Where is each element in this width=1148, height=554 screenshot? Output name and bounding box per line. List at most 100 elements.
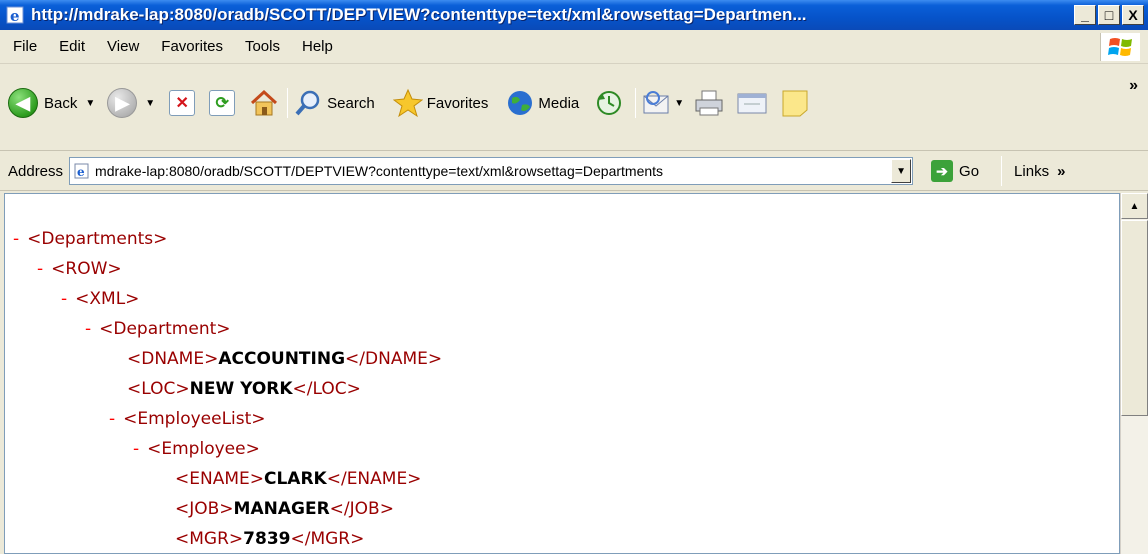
xml-open-tag: <Employee> bbox=[147, 439, 260, 459]
xml-close-tag: </JOB> bbox=[329, 499, 394, 519]
window-title: http://mdrake-lap:8080/oradb/SCOTT/DEPTV… bbox=[31, 5, 807, 24]
stop-icon: ✕ bbox=[169, 90, 196, 116]
xml-line: - <Department> bbox=[85, 319, 231, 339]
edit-button[interactable] bbox=[736, 91, 768, 115]
collapse-toggle[interactable]: - bbox=[37, 259, 43, 279]
forward-button[interactable]: ▶ ▼ bbox=[107, 88, 155, 118]
media-label: Media bbox=[538, 94, 580, 112]
windows-logo-icon bbox=[1100, 33, 1140, 61]
xml-line: <JOB>MANAGER</JOB> bbox=[175, 499, 394, 519]
back-button[interactable]: ◀ Back ▼ bbox=[8, 88, 95, 118]
note-icon bbox=[782, 90, 808, 117]
xml-close-tag: </MGR> bbox=[290, 529, 365, 549]
address-separator bbox=[1001, 156, 1003, 186]
home-button[interactable] bbox=[249, 89, 279, 117]
discuss-button[interactable] bbox=[780, 88, 810, 118]
links-label[interactable]: Links bbox=[1014, 163, 1049, 180]
mail-icon bbox=[643, 91, 669, 114]
minimize-button[interactable]: _ bbox=[1074, 5, 1096, 25]
search-button[interactable]: Search bbox=[294, 89, 375, 117]
xml-line: <MGR>7839</MGR> bbox=[175, 529, 364, 549]
xml-open-tag: <LOC> bbox=[127, 379, 190, 399]
standard-toolbar: ◀ Back ▼ ▶ ▼ ✕ ⟳ Search Favorites Media … bbox=[0, 65, 1148, 151]
toolbar-separator bbox=[635, 88, 637, 118]
xml-open-tag: <JOB> bbox=[175, 499, 234, 519]
collapse-toggle[interactable]: - bbox=[85, 319, 91, 339]
favorites-label: Favorites bbox=[426, 94, 489, 112]
menu-edit[interactable]: Edit bbox=[48, 38, 96, 55]
address-bar: Address e mdrake-lap:8080/oradb/SCOTT/DE… bbox=[0, 152, 1148, 191]
svg-text:e: e bbox=[77, 165, 85, 179]
back-arrow-icon: ◀ bbox=[8, 88, 38, 118]
toolbar-separator bbox=[287, 88, 289, 118]
search-icon bbox=[295, 90, 320, 116]
svg-text:e: e bbox=[10, 7, 20, 25]
xml-open-tag: <Departments> bbox=[27, 229, 168, 249]
printer-icon bbox=[695, 90, 723, 116]
xml-open-tag: <ROW> bbox=[51, 259, 122, 279]
address-dropdown-button[interactable]: ▼ bbox=[891, 159, 912, 183]
xml-value: 7839 bbox=[243, 529, 291, 549]
xml-close-tag: </DNAME> bbox=[345, 349, 443, 369]
xml-close-tag: </LOC> bbox=[292, 379, 361, 399]
xml-line: - <Departments> bbox=[13, 229, 167, 249]
menu-favorites[interactable]: Favorites bbox=[150, 38, 234, 55]
xml-line: - <EmployeeList> bbox=[109, 409, 266, 429]
maximize-button[interactable]: □ bbox=[1098, 5, 1120, 25]
toolbar-more-chevron[interactable]: » bbox=[1129, 77, 1138, 95]
xml-open-tag: <DNAME> bbox=[127, 349, 219, 369]
history-button[interactable] bbox=[595, 89, 623, 117]
collapse-toggle[interactable]: - bbox=[109, 409, 115, 429]
page-content: - <Departments> - <ROW> - <XML> - <Department> <… bbox=[4, 193, 1120, 554]
xml-open-tag: <EmployeeList> bbox=[123, 409, 266, 429]
vertical-scrollbar[interactable]: ▲ bbox=[1120, 193, 1148, 554]
close-button[interactable]: X bbox=[1122, 5, 1144, 25]
media-button[interactable]: Media bbox=[506, 89, 579, 117]
address-url: mdrake-lap:8080/oradb/SCOTT/DEPTVIEW?con… bbox=[95, 163, 664, 179]
go-label: Go bbox=[959, 162, 980, 180]
collapse-toggle[interactable]: - bbox=[133, 439, 139, 459]
menu-view[interactable]: View bbox=[96, 38, 150, 55]
go-button[interactable]: ➔ Go bbox=[931, 160, 979, 182]
menu-tools[interactable]: Tools bbox=[234, 38, 291, 55]
print-button[interactable] bbox=[694, 89, 724, 117]
refresh-button[interactable]: ⟳ bbox=[209, 90, 236, 116]
menu-bar: File Edit View Favorites Tools Help bbox=[0, 30, 1148, 64]
xml-value: ACCOUNTING bbox=[218, 349, 346, 369]
chevron-down-icon[interactable]: ▼ bbox=[145, 98, 155, 109]
xml-open-tag: <XML> bbox=[75, 289, 140, 309]
search-label: Search bbox=[327, 94, 375, 112]
xml-value: NEW YORK bbox=[189, 379, 293, 399]
star-icon bbox=[392, 88, 423, 118]
internet-explorer-icon: e bbox=[6, 5, 26, 25]
xml-line: <ENAME>CLARK</ENAME> bbox=[175, 469, 421, 489]
xml-line: <DNAME>ACCOUNTING</DNAME> bbox=[127, 349, 442, 369]
links-more-chevron[interactable]: » bbox=[1057, 163, 1065, 180]
stop-button[interactable]: ✕ bbox=[169, 90, 196, 116]
chevron-down-icon[interactable]: ▼ bbox=[674, 98, 684, 109]
xml-close-tag: </ENAME> bbox=[326, 469, 422, 489]
address-input[interactable]: e mdrake-lap:8080/oradb/SCOTT/DEPTVIEW?c… bbox=[69, 157, 914, 185]
favorites-button[interactable]: Favorites bbox=[392, 88, 489, 118]
xml-value: MANAGER bbox=[233, 499, 330, 519]
scrollbar-thumb[interactable] bbox=[1121, 220, 1148, 416]
collapse-toggle[interactable]: - bbox=[13, 229, 19, 249]
menu-file[interactable]: File bbox=[0, 38, 48, 55]
xml-line: <LOC>NEW YORK</LOC> bbox=[127, 379, 361, 399]
back-label: Back bbox=[44, 94, 78, 112]
go-arrow-icon: ➔ bbox=[931, 160, 954, 182]
xml-line: - <Employee> bbox=[133, 439, 260, 459]
collapse-toggle[interactable]: - bbox=[61, 289, 67, 309]
menu-help[interactable]: Help bbox=[291, 38, 344, 55]
xml-line: - <XML> bbox=[61, 289, 139, 309]
scroll-up-arrow-icon[interactable]: ▲ bbox=[1121, 193, 1148, 219]
xml-open-tag: <Department> bbox=[99, 319, 231, 339]
refresh-icon: ⟳ bbox=[209, 90, 236, 116]
address-label: Address bbox=[8, 162, 64, 180]
mail-button[interactable]: ▼ bbox=[642, 90, 684, 116]
page-ie-icon: e bbox=[74, 163, 89, 179]
xml-open-tag: <ENAME> bbox=[175, 469, 264, 489]
chevron-down-icon[interactable]: ▼ bbox=[85, 98, 95, 109]
xml-open-tag: <MGR> bbox=[175, 529, 244, 549]
forward-arrow-icon: ▶ bbox=[107, 88, 138, 118]
